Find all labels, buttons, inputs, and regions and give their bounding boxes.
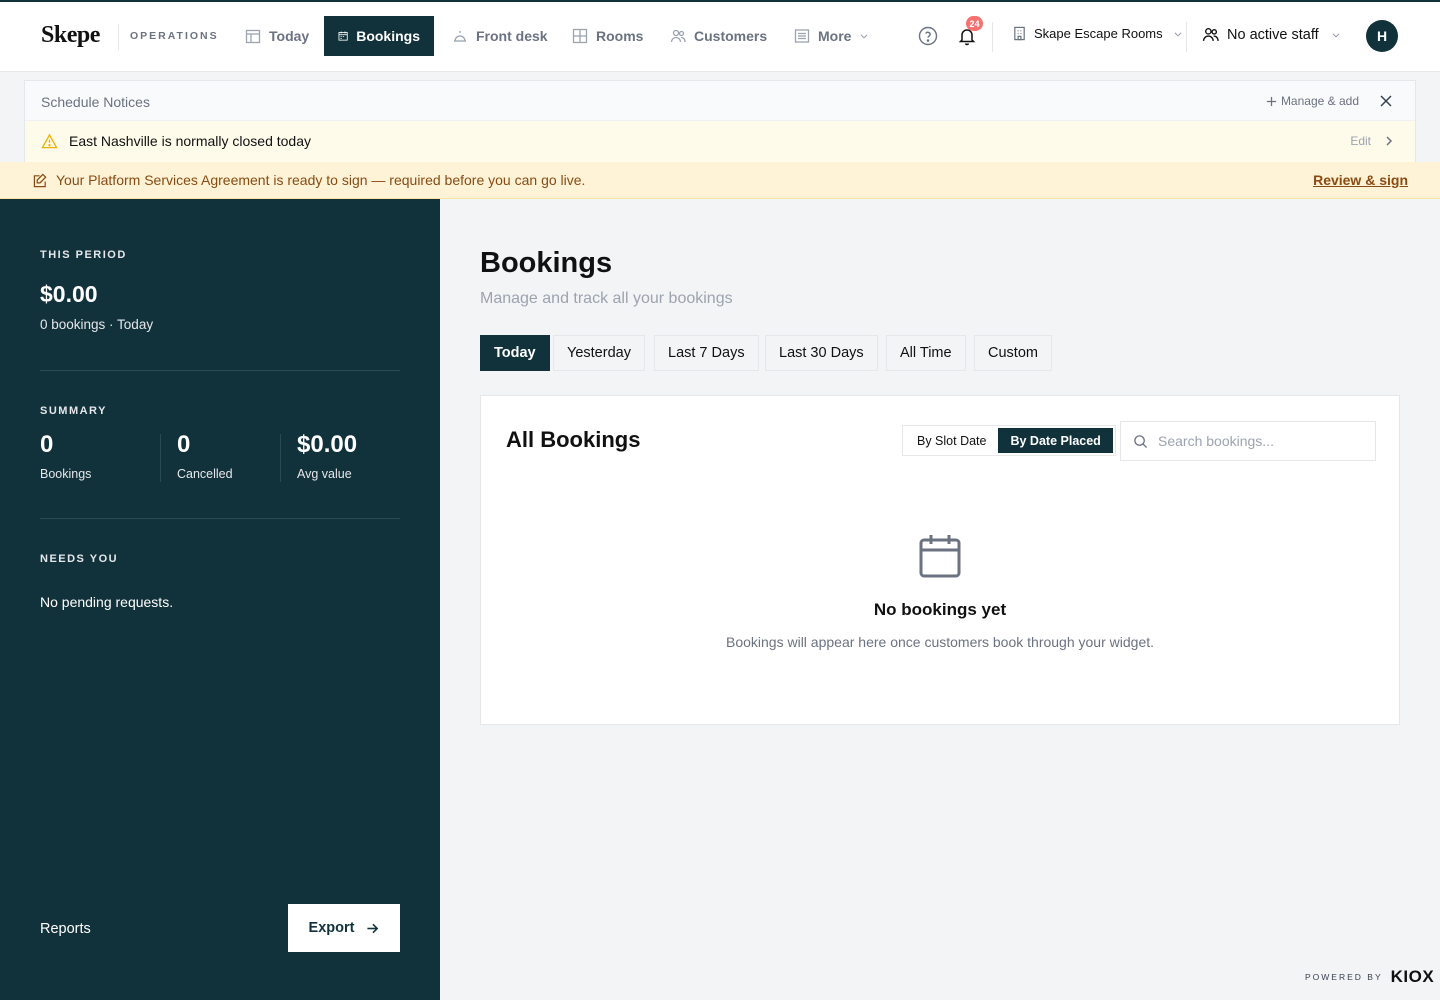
nav-today[interactable]: Today [231,16,323,56]
sidebar-divider [40,518,400,519]
more-list-icon [794,29,810,43]
powered-label: POWERED BY [1305,972,1383,982]
nav-front-desk[interactable]: Front desk [438,16,562,56]
notice-item: East Nashville is normally closed today … [25,121,1415,162]
search-input[interactable] [1158,433,1358,449]
review-sign-link[interactable]: Review & sign [1313,172,1408,188]
nav-label: Rooms [596,28,644,44]
document-edit-icon [33,173,47,188]
agreement-text: Your Platform Services Agreement is read… [56,172,586,188]
bookings-card: All Bookings By Slot Date By Date Placed… [480,395,1400,725]
stat-label: Avg value [297,467,352,481]
nav-customers[interactable]: Customers [656,16,781,56]
schedule-notices-panel: Schedule Notices Manage & add East Nashv… [24,80,1416,162]
plus-icon [1266,96,1277,106]
header-divider [1186,22,1187,52]
stat-value: $0.00 [297,431,358,458]
calendar-icon [338,31,348,41]
section-label: OPERATIONS [130,30,219,42]
nav-more[interactable]: More [780,16,883,56]
stat-cancelled: 0 Cancelled [177,431,233,481]
toggle-by-date-placed[interactable]: By Date Placed [998,428,1113,453]
page-subtitle: Manage and track all your bookings [480,290,733,307]
toggle-by-slot-date[interactable]: By Slot Date [905,428,998,453]
notices-title: Schedule Notices [41,94,150,110]
range-last-7-days[interactable]: Last 7 Days [654,335,759,371]
building-icon [1014,26,1025,41]
empty-state-subtitle: Bookings will appear here once customers… [725,634,1155,650]
nav-bookings[interactable]: Bookings [324,16,434,56]
range-custom[interactable]: Custom [974,335,1052,371]
period-label: THIS PERIOD [40,249,127,261]
notice-text: East Nashville is normally closed today [69,133,311,149]
range-last-30-days[interactable]: Last 30 Days [765,335,878,371]
user-avatar[interactable]: H [1366,20,1398,52]
stat-bookings: 0 Bookings [40,431,91,481]
header-divider [992,22,993,52]
chevron-right-icon[interactable] [1383,135,1395,147]
logo-divider [118,24,119,50]
stat-value: 0 [40,431,54,458]
chevron-down-icon [860,34,868,39]
export-label: Export [308,920,355,936]
rooms-grid-icon [572,28,588,44]
powered-brand-logo: KIOX [1390,967,1435,986]
sidebar-divider [40,370,400,371]
nav-label: More [818,28,852,44]
period-subtitle: 0 bookings · Today [40,317,154,332]
help-icon[interactable] [918,26,938,46]
card-title: All Bookings [506,427,641,452]
staff-switcher[interactable]: No active staff [1202,26,1341,43]
nav-label: Today [269,28,310,44]
stat-avg-value: $0.00 Avg value [297,431,357,481]
search-box [1120,421,1376,461]
needs-you-text: No pending requests. [40,594,174,610]
date-mode-toggle: By Slot Date By Date Placed [902,425,1116,456]
stat-value: 0 [177,431,191,458]
staff-label: No active staff [1227,26,1319,43]
summary-sidebar: THIS PERIOD $0.00 0 bookings · Today SUM… [0,199,440,1000]
nav-rooms[interactable]: Rooms [558,16,657,56]
range-all-time[interactable]: All Time [886,335,966,371]
notice-edit-link[interactable]: Edit [1350,134,1371,148]
nav-label: Bookings [356,28,420,44]
search-icon [1134,434,1148,448]
bell-desk-icon [454,31,466,42]
nav-label: Customers [694,28,768,44]
notification-badge: 24 [966,16,983,31]
users-icon [1202,27,1219,41]
agreement-banner: Your Platform Services Agreement is read… [0,162,1440,199]
org-switcher[interactable]: Skape Escape Rooms [1012,26,1183,41]
warning-icon [41,133,58,149]
chevron-down-icon [1174,31,1182,37]
reports-link[interactable]: Reports [40,921,91,937]
users-icon [670,29,686,43]
powered-by: POWERED BY KIOX [1305,967,1434,987]
stat-divider [280,434,281,482]
arrow-right-icon [367,923,379,933]
manage-label: Manage & add [1280,94,1359,108]
empty-state-title: No bookings yet [873,600,1007,619]
export-button[interactable]: Export [288,904,400,952]
calendar-empty-icon [919,535,961,578]
stat-label: Cancelled [177,467,233,481]
chevron-down-icon [1332,32,1340,38]
range-today[interactable]: Today [480,335,550,371]
stat-label: Bookings [40,467,92,481]
range-yesterday[interactable]: Yesterday [553,335,645,371]
close-icon[interactable] [1379,94,1393,108]
top-header: Skepe OPERATIONS Today Bookings Front de… [0,2,1440,72]
brand-logo[interactable]: Skepe [41,22,100,49]
summary-label: SUMMARY [40,405,107,417]
manage-add-button[interactable]: Manage & add [1266,94,1359,108]
period-amount: $0.00 [40,281,98,307]
nav-label: Front desk [476,28,548,44]
calendar-grid-icon [245,29,261,44]
stat-divider [160,434,161,482]
org-name: Skape Escape Rooms [1034,26,1163,41]
needs-you-label: NEEDS YOU [40,553,119,565]
notices-header: Schedule Notices Manage & add [25,81,1415,121]
page-title: Bookings [480,247,613,279]
